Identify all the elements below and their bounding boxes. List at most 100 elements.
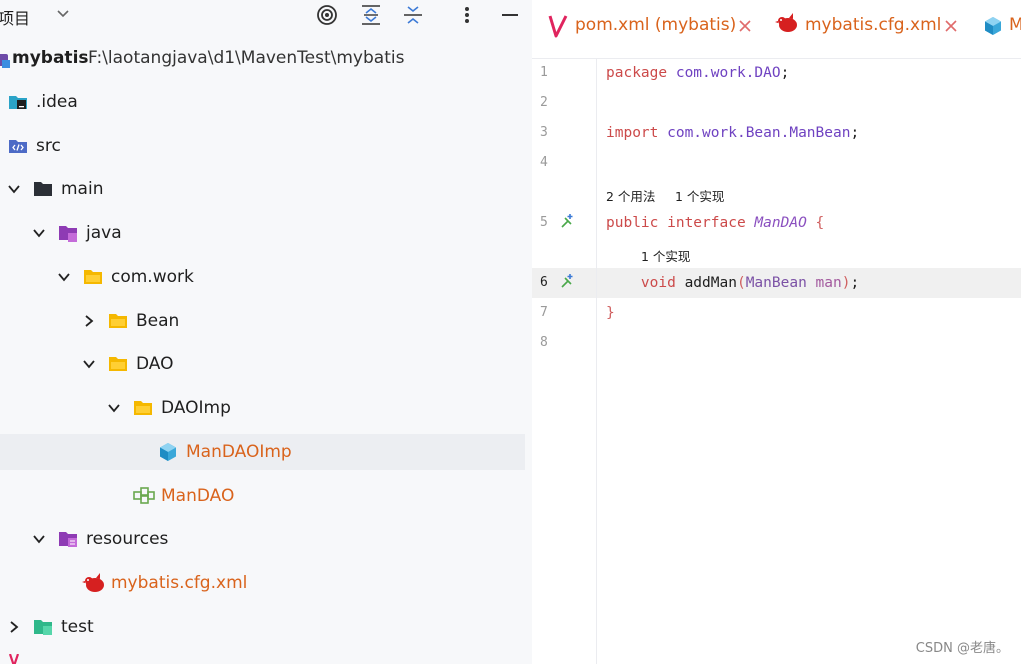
code-line-1[interactable]: package com.work.DAO;	[606, 58, 789, 88]
tree-item-label: DAO	[136, 354, 174, 374]
import-name: com.work.Bean.ManBean	[658, 125, 851, 141]
close-icon[interactable]	[738, 19, 752, 33]
tree-item-mandao[interactable]: ManDAO	[0, 478, 525, 514]
code-editor: pom.xml (mybatis) mybatis.cfg.xml M 1 2 …	[532, 0, 1021, 664]
tab-label: pom.xml (mybatis)	[575, 15, 737, 35]
idea-folder-icon	[9, 96, 27, 109]
module-path: F:\laotangjava\d1\MavenTest\mybatis	[88, 48, 405, 68]
test-root-icon	[34, 620, 52, 635]
semicolon: ;	[780, 65, 790, 81]
mybatis-bird-icon	[82, 573, 104, 592]
chevron-down-icon[interactable]	[107, 401, 121, 415]
package-folder-icon	[109, 314, 127, 328]
implementations-hint[interactable]: 1 个实现	[675, 186, 724, 205]
keyword: void	[606, 275, 676, 291]
more-options-icon[interactable]	[456, 4, 478, 26]
tree-item-label: mybatis	[12, 48, 89, 68]
tree-item-java[interactable]: java	[0, 215, 525, 251]
param-name: man	[806, 275, 842, 291]
param-type: ManBean	[745, 275, 807, 291]
line-gutter: 1 2 3 4 5 6 7 8	[532, 58, 597, 664]
close-icon[interactable]	[944, 19, 958, 33]
tree-item-label: com.work	[111, 267, 194, 287]
tab-pom-xml[interactable]: pom.xml (mybatis)	[532, 0, 760, 52]
line-number: 2	[540, 95, 548, 110]
method-name: addMan	[675, 275, 737, 291]
line-number: 3	[540, 125, 548, 140]
tree-item-label: java	[86, 223, 122, 243]
tree-item-resources[interactable]: resources	[0, 521, 525, 557]
tree-item-main[interactable]: main	[0, 171, 525, 207]
line-number: 5	[540, 215, 548, 230]
tree-item-dao[interactable]: DAO	[0, 346, 525, 382]
minimize-icon[interactable]	[499, 4, 521, 26]
line-number: 8	[540, 335, 548, 350]
chevron-down-icon[interactable]	[7, 182, 21, 196]
tree-item-mybatis[interactable]: mybatis F:\laotangjava\d1\MavenTest\myba…	[0, 40, 525, 76]
editor-tab-bar: pom.xml (mybatis) mybatis.cfg.xml M	[532, 0, 1021, 59]
tree-item-label: DAOImp	[161, 398, 231, 418]
class-cube-icon	[160, 443, 176, 461]
line-number: 7	[540, 305, 548, 320]
keyword: package	[606, 65, 668, 81]
tree-item-mandaoimp[interactable]: ManDAOImp	[0, 434, 525, 470]
keyword: public interface	[606, 215, 746, 231]
tree-item-label: main	[61, 179, 104, 199]
chevron-down-icon[interactable]	[57, 270, 71, 284]
semicolon: ;	[850, 125, 860, 141]
folder-dark-icon	[34, 182, 52, 196]
tree-item-label: test	[61, 617, 94, 637]
expand-all-icon[interactable]	[360, 4, 382, 26]
package-name: com.work.DAO	[667, 65, 781, 81]
project-panel: 项目 mybatis F:\laotangjava\d1\MavenTest\m…	[0, 0, 532, 664]
tree-item-label: mybatis.cfg.xml	[111, 573, 248, 593]
tree-item-label: ManDAOImp	[186, 442, 292, 462]
chevron-right-icon[interactable]	[82, 314, 96, 328]
tab-mybatis-cfg-xml[interactable]: mybatis.cfg.xml	[774, 0, 974, 52]
code-line-7[interactable]: }	[606, 298, 615, 328]
chevron-down-icon[interactable]	[32, 532, 46, 546]
tree-item-bean[interactable]: Bean	[0, 303, 525, 339]
locate-target-icon[interactable]	[316, 4, 338, 26]
implementations-hint[interactable]: 1 个实现	[641, 246, 690, 265]
tree-item-com-work[interactable]: com.work	[0, 259, 525, 295]
semicolon: ;	[850, 275, 860, 291]
tab-mandaoimp[interactable]: M	[981, 0, 1021, 52]
tree-item-label: ManDAO	[161, 486, 235, 506]
tree-item-label: src	[36, 136, 61, 156]
package-folder-icon	[109, 357, 127, 371]
project-panel-title[interactable]: 项目	[0, 5, 30, 29]
code-line-6[interactable]: void addMan(ManBean man);	[606, 268, 859, 298]
chevron-down-icon[interactable]	[56, 6, 70, 20]
code-line-5[interactable]: public interface ManDAO {	[606, 208, 824, 238]
tab-label: mybatis.cfg.xml	[805, 15, 942, 35]
watermark: CSDN @老唐。	[915, 641, 1009, 656]
implemented-marker-icon[interactable]	[560, 273, 576, 289]
implemented-marker-icon[interactable]	[560, 213, 576, 229]
collapse-all-icon[interactable]	[402, 4, 424, 26]
paren: (	[736, 275, 746, 291]
brace: {	[806, 215, 825, 231]
tab-label: M	[1009, 15, 1021, 35]
brace: }	[606, 305, 615, 321]
mybatis-bird-icon	[775, 13, 797, 32]
maven-icon	[8, 654, 20, 664]
usages-hint[interactable]: 2 个用法	[606, 186, 655, 205]
tree-item-label: Bean	[136, 311, 180, 331]
package-folder-icon	[134, 401, 152, 415]
chevron-right-icon[interactable]	[7, 620, 21, 634]
tree-item-idea[interactable]: .idea	[0, 84, 525, 120]
tree-item-src[interactable]: src	[0, 128, 525, 164]
package-folder-icon	[84, 270, 102, 284]
interface-icon	[133, 487, 155, 504]
maven-icon	[548, 15, 568, 38]
tree-item-daoimp[interactable]: DAOImp	[0, 390, 525, 426]
tree-item-mybatis-cfg-xml[interactable]: mybatis.cfg.xml	[0, 565, 525, 601]
chevron-down-icon[interactable]	[32, 226, 46, 240]
line-number: 6	[540, 275, 548, 290]
chevron-down-icon[interactable]	[82, 357, 96, 371]
tree-item-test[interactable]: test	[0, 609, 525, 645]
class-cube-icon	[985, 17, 1001, 35]
tree-item-label: resources	[86, 529, 169, 549]
code-line-3[interactable]: import com.work.Bean.ManBean;	[606, 118, 859, 148]
